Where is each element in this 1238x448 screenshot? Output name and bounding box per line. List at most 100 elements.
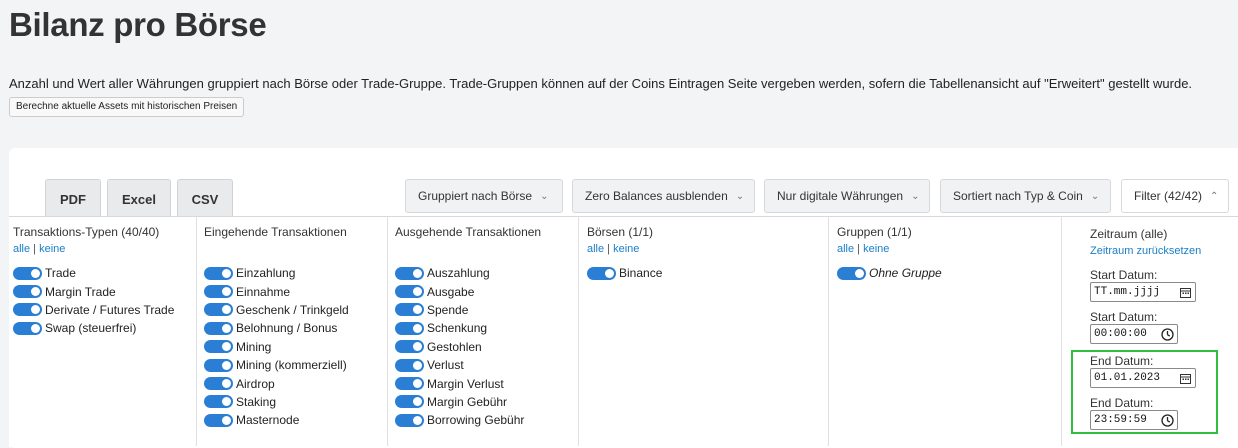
toggle-label: Staking	[236, 394, 277, 409]
toggle-switch[interactable]	[395, 377, 424, 391]
toggle-item[interactable]: Mining	[204, 338, 349, 356]
toggle-item[interactable]: Auszahlung	[395, 264, 524, 282]
toggle-item[interactable]: Belohnung / Bonus	[204, 319, 349, 337]
toggle-label: Ausgabe	[427, 284, 475, 299]
toggle-item[interactable]: Swap (steuerfrei)	[13, 319, 174, 337]
transaction-types-links: alle | keine	[13, 243, 66, 255]
export-excel-button[interactable]: Excel	[107, 179, 171, 218]
toggle-switch[interactable]	[395, 413, 424, 427]
toggle-label: Einnahme	[236, 284, 291, 299]
groups-links: alle | keine	[837, 243, 890, 255]
end-date-value: 01.01.2023	[1094, 372, 1161, 384]
start-time-label: Start Datum:	[1090, 310, 1158, 324]
sort-label: Sortiert nach Typ & Coin	[953, 189, 1083, 203]
toggle-label: Borrowing Gebühr	[427, 413, 525, 428]
toggle-label: Margin Verlust	[427, 376, 504, 391]
toggle-switch[interactable]	[13, 285, 42, 299]
toggle-item[interactable]: Einnahme	[204, 282, 349, 300]
toggle-item[interactable]: Margin Trade	[13, 282, 174, 300]
page-title: Bilanz pro Börse	[9, 6, 267, 43]
toggle-item[interactable]: Schenkung	[395, 319, 524, 337]
toggle-switch[interactable]	[395, 358, 424, 372]
toggle-switch[interactable]	[395, 340, 424, 354]
calendar-icon[interactable]	[1179, 372, 1192, 385]
toggle-switch[interactable]	[204, 321, 233, 335]
exchanges-links: alle | keine	[587, 243, 640, 255]
toggle-item[interactable]: Mining (kommerziell)	[204, 356, 349, 374]
toggle-item[interactable]: Spende	[395, 301, 524, 319]
toggle-switch[interactable]	[395, 321, 424, 335]
end-date-label: End Datum:	[1090, 354, 1154, 368]
select-none-link[interactable]: keine	[863, 243, 889, 255]
start-date-input[interactable]: TT.mm.jjjj	[1090, 282, 1196, 302]
groups-header: Gruppen (1/1)	[837, 225, 912, 239]
export-csv-button[interactable]: CSV	[177, 179, 233, 218]
toggle-item[interactable]: Binance	[587, 264, 662, 282]
toggle-switch[interactable]	[204, 377, 233, 391]
start-time-input[interactable]: 00:00:00	[1090, 324, 1178, 344]
toggle-label: Einzahlung	[236, 266, 296, 281]
toggle-switch[interactable]	[587, 266, 616, 280]
toggle-switch[interactable]	[13, 266, 42, 280]
toggle-label: Belohnung / Bonus	[236, 321, 338, 336]
export-pdf-button[interactable]: PDF	[45, 179, 101, 218]
toggle-switch[interactable]	[395, 395, 424, 409]
clock-icon[interactable]	[1161, 413, 1174, 427]
end-time-input[interactable]: 23:59:59	[1090, 410, 1178, 430]
calendar-icon[interactable]	[1179, 286, 1192, 299]
toggle-item[interactable]: Borrowing Gebühr	[395, 411, 524, 429]
currency-dropdown[interactable]: Nur digitale Währungen ⌄	[764, 179, 930, 213]
toggle-switch[interactable]	[204, 395, 233, 409]
select-all-link[interactable]: alle	[13, 243, 30, 255]
group-by-label: Gruppiert nach Börse	[418, 189, 533, 203]
toggle-item[interactable]: Einzahlung	[204, 264, 349, 282]
toggle-label: Auszahlung	[427, 266, 490, 281]
toggle-item[interactable]: Margin Gebühr	[395, 393, 524, 411]
toggle-item[interactable]: Margin Verlust	[395, 374, 524, 392]
start-date-label: Start Datum:	[1090, 268, 1158, 282]
toggle-switch[interactable]	[13, 303, 42, 317]
sort-dropdown[interactable]: Sortiert nach Typ & Coin ⌄	[940, 179, 1111, 213]
toggle-label: Mining	[236, 339, 272, 354]
select-all-link[interactable]: alle	[587, 243, 604, 255]
reset-period-link[interactable]: Zeitraum zurücksetzen	[1090, 245, 1201, 257]
select-none-link[interactable]: keine	[613, 243, 639, 255]
end-date-input[interactable]: 01.01.2023	[1090, 368, 1196, 388]
toggle-switch[interactable]	[204, 285, 233, 299]
calculate-historical-button[interactable]: Berechne aktuelle Assets mit historische…	[9, 97, 245, 117]
transaction-types-list: Trade Margin Trade Derivate / Futures Tr…	[13, 264, 174, 338]
zero-balances-dropdown[interactable]: Zero Balances ausblenden ⌄	[572, 179, 755, 213]
outgoing-header: Ausgehende Transaktionen	[395, 225, 542, 239]
toggle-switch[interactable]	[204, 303, 233, 317]
toggle-switch[interactable]	[395, 285, 424, 299]
toggle-item[interactable]: Ohne Gruppe	[837, 264, 942, 282]
toggle-item[interactable]: Masternode	[204, 411, 349, 429]
toggle-label: Gestohlen	[427, 339, 482, 354]
toggle-switch[interactable]	[204, 340, 233, 354]
select-none-link[interactable]: keine	[39, 243, 65, 255]
toggle-item[interactable]: Airdrop	[204, 374, 349, 392]
toggle-switch[interactable]	[204, 358, 233, 372]
zero-balances-label: Zero Balances ausblenden	[585, 189, 728, 203]
toggle-switch[interactable]	[204, 266, 233, 280]
toggle-label: Masternode	[236, 413, 300, 428]
toggle-switch[interactable]	[13, 321, 42, 335]
select-all-link[interactable]: alle	[837, 243, 854, 255]
clock-icon[interactable]	[1161, 327, 1174, 341]
toggle-item[interactable]: Trade	[13, 264, 174, 282]
toggle-item[interactable]: Derivate / Futures Trade	[13, 301, 174, 319]
group-by-dropdown[interactable]: Gruppiert nach Börse ⌄	[405, 179, 563, 213]
filter-dropdown[interactable]: Filter (42/42) ⌃	[1121, 179, 1229, 213]
toggle-item[interactable]: Staking	[204, 393, 349, 411]
incoming-list: Einzahlung Einnahme Geschenk / Trinkgeld…	[204, 264, 349, 430]
toggle-switch[interactable]	[395, 303, 424, 317]
toggle-item[interactable]: Geschenk / Trinkgeld	[204, 301, 349, 319]
toggle-item[interactable]: Verlust	[395, 356, 524, 374]
toggle-switch[interactable]	[395, 266, 424, 280]
toggle-item[interactable]: Gestohlen	[395, 338, 524, 356]
toggle-switch[interactable]	[204, 413, 233, 427]
toggle-label: Margin Gebühr	[427, 394, 508, 409]
outgoing-list: Auszahlung Ausgabe Spende Schenkung Gest…	[395, 264, 524, 430]
toggle-item[interactable]: Ausgabe	[395, 282, 524, 300]
toggle-switch[interactable]	[837, 266, 866, 280]
